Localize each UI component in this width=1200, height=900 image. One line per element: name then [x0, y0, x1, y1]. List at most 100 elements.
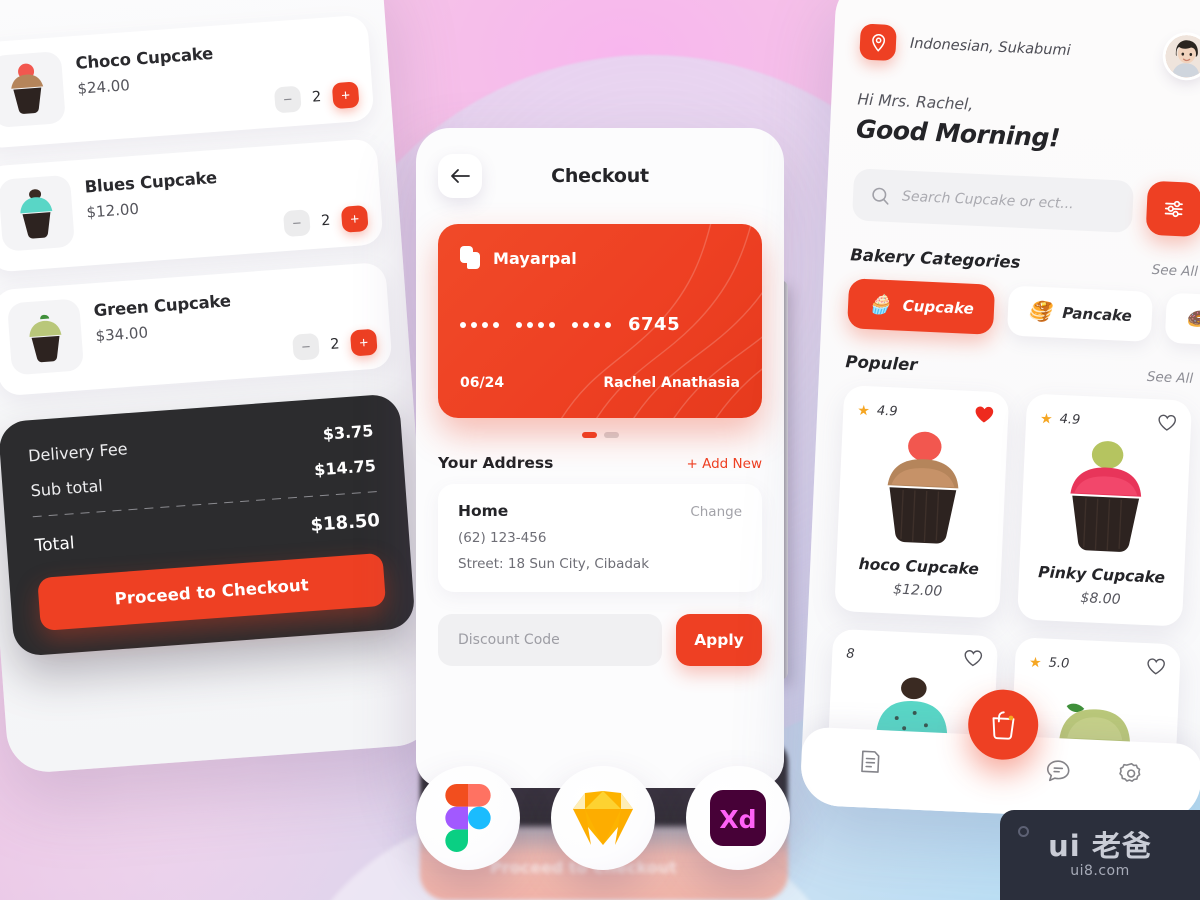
change-address-link[interactable]: Change — [690, 504, 742, 520]
product-image — [851, 425, 993, 551]
card-footer: 06/24 Rachel Anathasia — [460, 375, 740, 391]
card-number: 6745 — [460, 314, 740, 335]
favorite-button[interactable] — [1157, 413, 1178, 435]
product-rating-value: 5.0 — [1048, 655, 1070, 672]
subtotal-value: $14.75 — [313, 456, 377, 480]
popular-title: Populer — [845, 352, 918, 375]
product-card[interactable]: ★ 4.9 — [834, 385, 1010, 619]
watermark: ui 老爸 ui8.com — [1000, 810, 1200, 900]
product-rating-value: 4.9 — [1059, 411, 1081, 428]
sliders-filter-icon — [1164, 200, 1183, 218]
heart-outline-icon — [1147, 658, 1165, 675]
popular-section-header: Populer See All — [845, 352, 1194, 387]
subtotal-label: Sub total — [30, 476, 104, 501]
cart-item-row[interactable]: Choco Cupcake $24.00 − 2 + — [0, 14, 375, 150]
product-rating-value: 4.9 — [876, 403, 898, 420]
quantity-stepper[interactable]: − 2 + — [282, 204, 369, 238]
heart-outline-icon — [1158, 414, 1177, 431]
nav-item-settings[interactable] — [1117, 760, 1144, 791]
category-chip-label: Cupcake — [902, 296, 975, 318]
product-rating-value: 8 — [845, 646, 855, 662]
heart-filled-icon — [975, 406, 994, 423]
cart-item-list: Choco Cupcake $24.00 − 2 + Blues Cupcake… — [0, 0, 393, 397]
product-card[interactable]: ★ 4.9 — [1017, 393, 1193, 627]
card-expiry: 06/24 — [460, 375, 505, 391]
discount-code-input[interactable] — [438, 614, 662, 666]
product-rating: ★ 4.9 — [1040, 411, 1081, 429]
apply-discount-button[interactable]: Apply — [676, 614, 762, 666]
product-name: Pinky Cupcake — [1037, 563, 1166, 587]
choco-cupcake-thumb-icon — [0, 50, 66, 129]
search-icon — [872, 187, 889, 205]
category-chip-pancake[interactable]: 🥞 Pancake — [1006, 285, 1153, 342]
pager-dot-active[interactable] — [581, 432, 597, 438]
favorite-button[interactable] — [1145, 657, 1166, 679]
categories-section-header: Bakery Categories See All — [850, 245, 1199, 280]
star-icon: ★ — [1028, 654, 1042, 671]
increase-quantity-button[interactable]: + — [349, 328, 378, 357]
card-carousel-pager[interactable] — [438, 432, 762, 438]
adobe-xd-icon[interactable]: Xd — [686, 766, 790, 870]
chat-icon — [1047, 759, 1070, 781]
add-new-address-link[interactable]: + Add New — [687, 456, 762, 472]
card-masked-group — [572, 321, 611, 328]
address-card[interactable]: Home Change (62) 123-456 Street: 18 Sun … — [438, 484, 762, 592]
arrow-left-icon — [451, 169, 470, 183]
favorite-button[interactable] — [963, 649, 984, 671]
credit-card[interactable]: Mayarpal 6745 06/24 Rachel Anathasia — [438, 224, 762, 418]
cart-item-row[interactable]: Blues Cupcake $12.00 − 2 + — [0, 138, 384, 273]
svg-text:Xd: Xd — [719, 805, 756, 834]
back-button[interactable] — [438, 154, 482, 198]
cupcake-icon: 🧁 — [867, 292, 893, 316]
delivery-fee-row: Delivery Fee $3.75 — [28, 421, 374, 465]
decrease-quantity-button[interactable]: − — [273, 85, 302, 114]
favorite-button[interactable] — [974, 405, 995, 427]
card-last-four: 6745 — [628, 314, 681, 335]
nav-item-orders[interactable] — [858, 748, 883, 779]
sketch-logo-icon — [573, 791, 633, 845]
quantity-value: 2 — [329, 336, 341, 354]
popular-see-all-link[interactable]: See All — [1147, 369, 1194, 387]
avatar[interactable] — [1164, 34, 1200, 79]
category-chip-cupcake[interactable]: 🧁 Cupcake — [847, 278, 995, 335]
checkout-screen: Checkout Mayarpal 6745 06/24 Rachel Anat… — [416, 128, 784, 788]
address-header: Your Address + Add New — [438, 454, 762, 472]
filter-button[interactable] — [1145, 180, 1200, 238]
star-icon: ★ — [856, 402, 871, 419]
product-name: hoco Cupcake — [858, 554, 980, 579]
order-summary-panel: Delivery Fee $3.75 Sub total $14.75 Tota… — [0, 393, 416, 657]
product-rating: 8 — [846, 646, 855, 661]
categories-see-all-link[interactable]: See All — [1151, 262, 1198, 280]
quantity-stepper[interactable]: − 2 + — [273, 81, 360, 114]
figma-icon[interactable] — [416, 766, 520, 870]
shopping-bag-icon — [992, 711, 1015, 740]
discount-row: Apply — [438, 614, 762, 666]
categories-title: Bakery Categories — [849, 245, 1021, 272]
cart-item-row[interactable]: Green Cupcake $34.00 − 2 + — [0, 261, 393, 397]
increase-quantity-button[interactable]: + — [331, 81, 360, 110]
nav-item-chat[interactable] — [1045, 757, 1072, 787]
product-image — [1034, 433, 1176, 559]
card-masked-group — [516, 321, 555, 328]
search-row — [851, 167, 1200, 238]
donut-icon: 🍩 — [1185, 307, 1200, 331]
product-price: $8.00 — [1080, 590, 1121, 608]
category-chip-donut[interactable]: 🍩 Dor — [1164, 292, 1200, 348]
decrease-quantity-button[interactable]: − — [282, 209, 311, 238]
page-title: Checkout — [551, 165, 649, 187]
product-price: $12.00 — [892, 581, 943, 600]
sketch-icon[interactable] — [551, 766, 655, 870]
quantity-stepper[interactable]: − 2 + — [292, 328, 378, 361]
decrease-quantity-button[interactable]: − — [292, 332, 320, 361]
address-heading: Your Address — [438, 454, 554, 472]
search-box[interactable] — [851, 168, 1135, 233]
proceed-to-checkout-button[interactable]: Proceed to Checkout — [37, 552, 387, 631]
search-input[interactable] — [901, 188, 1116, 215]
increase-quantity-button[interactable]: + — [340, 204, 369, 233]
location-row[interactable]: Indonesian, Sukabumi — [859, 5, 1200, 79]
category-chip-label: Pancake — [1061, 303, 1133, 326]
choco-cupcake-icon — [888, 431, 959, 544]
quantity-value: 2 — [320, 212, 331, 230]
watermark-title: ui 老爸 — [1048, 828, 1152, 863]
pager-dot[interactable] — [603, 432, 619, 438]
